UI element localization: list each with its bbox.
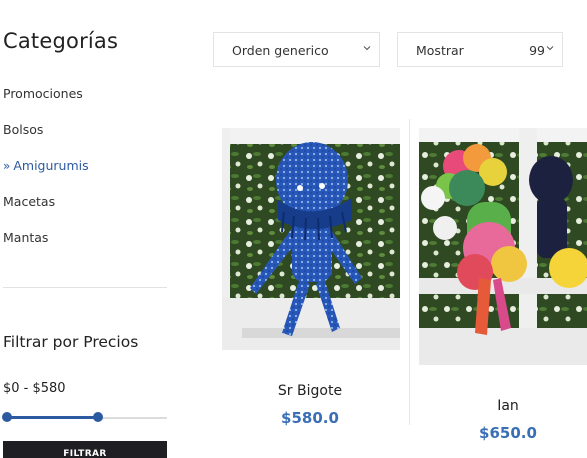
sidebar-divider [3, 287, 167, 288]
category-label: Mantas [3, 230, 49, 245]
filter-button[interactable]: FILTRAR [3, 441, 167, 458]
chevron-down-icon [546, 46, 554, 51]
price-slider-min-handle[interactable] [2, 412, 12, 422]
product-card[interactable]: Ian $650.0 [410, 120, 587, 450]
category-label: Bolsos [3, 122, 44, 137]
show-count-select[interactable]: Mostrar 99 [397, 32, 563, 67]
category-amigurumis[interactable]: » Amigurumis [3, 158, 89, 173]
price-range-label: $0 - $580 [3, 381, 66, 396]
category-label: Macetas [3, 194, 56, 209]
product-price: $650.0 [479, 424, 537, 442]
sort-select[interactable]: Orden generico [213, 32, 380, 67]
category-promociones[interactable]: Promociones [3, 86, 83, 101]
price-slider-max-handle[interactable] [93, 412, 103, 422]
product-price: $580.0 [281, 409, 339, 427]
chevron-down-icon [363, 46, 371, 51]
double-chevron-right-icon: » [3, 159, 11, 173]
product-image-ian[interactable] [419, 128, 587, 365]
product-name[interactable]: Ian [410, 398, 587, 414]
categories-title: Categorías [3, 29, 119, 53]
product-name[interactable]: Sr Bigote [212, 383, 408, 399]
price-filter-title: Filtrar por Precios [3, 333, 139, 351]
category-label: Promociones [3, 86, 83, 101]
show-label: Mostrar [416, 43, 464, 58]
show-count-value: 99 [529, 43, 545, 58]
category-bolsos[interactable]: Bolsos [3, 122, 43, 137]
category-mantas[interactable]: Mantas [3, 230, 48, 245]
price-slider-fill [7, 416, 98, 419]
product-card[interactable]: Sr Bigote $580.0 [212, 120, 408, 440]
category-label: Amigurumis [13, 158, 89, 173]
product-image-sr-bigote[interactable] [222, 128, 400, 350]
category-macetas[interactable]: Macetas [3, 194, 55, 209]
sort-select-value: Orden generico [232, 43, 329, 58]
